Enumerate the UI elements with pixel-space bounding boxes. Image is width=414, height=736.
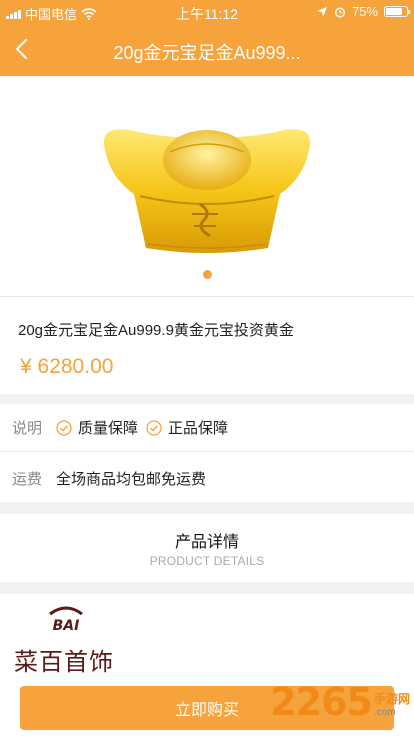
nav-bar: 20g金元宝足金Au999... xyxy=(0,24,414,76)
top-bar: 中国电信 上午11:12 75% 20g金元宝足金Au999... xyxy=(0,0,414,76)
watermark-side: 手游网 .com xyxy=(374,690,410,718)
status-right: 75% xyxy=(316,4,410,19)
product-price: ¥ 6280.00 xyxy=(20,355,114,378)
product-details-header: 产品详情 PRODUCT DETAILS xyxy=(0,514,414,582)
desc-label: 说明 xyxy=(12,420,43,437)
carousel-dot-active[interactable] xyxy=(203,270,212,279)
battery-percent: 75% xyxy=(351,4,378,19)
shipping-text: 全场商品均包邮免运费 xyxy=(56,470,207,488)
brand-section: BAI 菜百首饰 xyxy=(0,594,414,684)
guarantee-badge: 正品保障 xyxy=(146,417,228,438)
watermark-suffix: .com xyxy=(373,707,396,718)
guarantee-quality: 质量保障 xyxy=(78,420,139,437)
guarantee-row: 说明 质量保障 正品保障 xyxy=(0,404,414,452)
details-subtitle: PRODUCT DETAILS xyxy=(149,554,265,568)
watermark: 2265 手游网 .com xyxy=(270,682,410,722)
shipping-row: 运费 全场商品均包邮免运费 xyxy=(0,454,414,502)
location-icon xyxy=(316,6,327,17)
check-circle-icon xyxy=(146,419,162,436)
watermark-label: 手游网 xyxy=(373,692,410,706)
product-title: 20g金元宝足金Au999.9黄金元宝投资黄金 xyxy=(18,322,294,339)
details-title: 产品详情 xyxy=(174,534,239,551)
page-title: 20g金元宝足金Au999... xyxy=(113,43,301,63)
watermark-number: 2265 xyxy=(270,680,373,724)
battery-fill xyxy=(386,8,402,15)
product-info: 20g金元宝足金Au999.9黄金元宝投资黄金 ¥ 6280.00 xyxy=(0,296,414,394)
service-info: 说明 质量保障 正品保障 运费 全场商品均包邮免运费 xyxy=(0,404,414,502)
shipping-label: 运费 xyxy=(12,470,43,488)
status-bar: 中国电信 上午11:12 75% xyxy=(0,0,414,24)
guarantee-authentic: 正品保障 xyxy=(168,420,229,437)
guarantee-badge: 质量保障 xyxy=(56,417,138,438)
product-image-carousel[interactable] xyxy=(0,76,414,296)
check-circle-icon xyxy=(56,419,72,436)
chevron-left-icon[interactable] xyxy=(8,34,38,64)
alarm-icon xyxy=(334,6,345,18)
gold-ingot-image xyxy=(103,129,311,253)
brand-logo: BAI xyxy=(49,606,83,634)
battery-icon xyxy=(384,6,410,17)
brand-logo-text: BAI xyxy=(53,618,80,634)
brand-name: 菜百首饰 xyxy=(14,649,114,676)
